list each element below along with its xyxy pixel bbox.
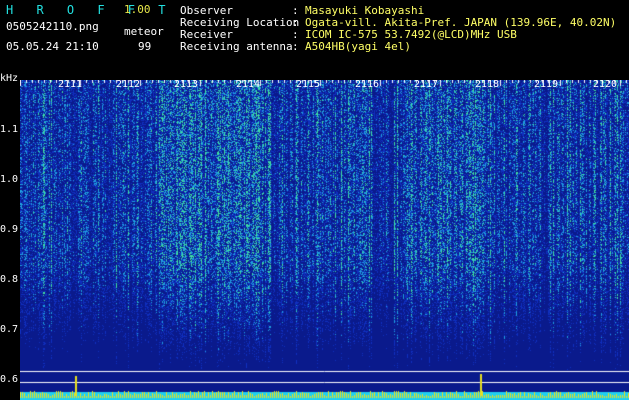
- y-tick: 0.9: [0, 224, 19, 235]
- meteor-count: 99: [138, 40, 152, 53]
- x-tick: 2115: [296, 79, 321, 90]
- y-tick: 0.6: [0, 374, 19, 385]
- x-tick: 2118: [475, 79, 500, 90]
- antenna-value: A504HB(yagi 4el): [305, 40, 411, 53]
- x-tick: 2113: [174, 79, 199, 90]
- app-version: 1.00: [124, 3, 151, 16]
- antenna-label: Receiving antenna: [180, 40, 293, 53]
- x-tick: 2117: [414, 79, 439, 90]
- file-name: 0505242110.png: [6, 20, 99, 33]
- capture-datetime: 05.05.24 21:10: [6, 40, 99, 53]
- x-tick: 2120: [593, 79, 618, 90]
- spectrogram-canvas: [20, 80, 629, 400]
- y-tick: 1.0: [0, 174, 19, 185]
- antenna-colon: :: [292, 40, 299, 53]
- y-axis-unit: kHz: [0, 73, 19, 84]
- x-tick: 2114: [236, 79, 261, 90]
- x-tick: 2112: [116, 79, 141, 90]
- hrofft-window: H R O F F T 1.00 0505242110.png meteor 0…: [0, 0, 629, 400]
- spectrogram: [20, 80, 629, 400]
- y-tick: 0.7: [0, 324, 19, 335]
- x-tick: 2119: [534, 79, 559, 90]
- y-tick: 1.1: [0, 124, 19, 135]
- x-tick: 2116: [355, 79, 380, 90]
- mode-label: meteor: [124, 25, 164, 38]
- x-tick: 2111: [58, 79, 83, 90]
- y-tick: 0.8: [0, 274, 19, 285]
